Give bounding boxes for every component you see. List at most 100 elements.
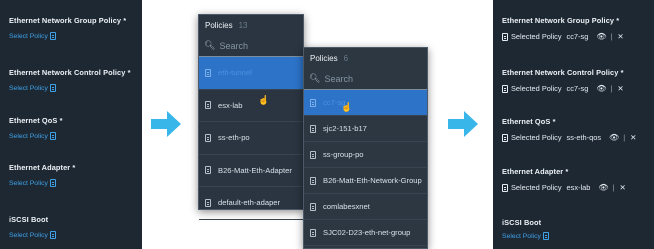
eye-icon[interactable]: 👁︎ xyxy=(596,84,606,93)
document-icon xyxy=(310,202,316,211)
document-icon xyxy=(502,32,508,41)
section-eth-adapter: Ethernet Adapter * Select Policy xyxy=(9,163,75,187)
close-icon[interactable]: ✕ xyxy=(617,84,623,93)
list-item[interactable]: ss-group-po xyxy=(304,142,427,168)
section-title: Ethernet Adapter * xyxy=(502,167,569,176)
list-item[interactable]: SJC02-D23-eth-net-group xyxy=(304,220,427,246)
document-icon xyxy=(502,84,508,93)
eye-icon[interactable]: 👁︎ xyxy=(598,183,608,192)
selected-policy-label: Selected Policy xyxy=(511,133,562,142)
select-policy-link[interactable]: Select Policy xyxy=(9,231,56,239)
document-icon xyxy=(205,101,211,110)
document-icon xyxy=(49,32,56,40)
select-policy-link[interactable]: Select Policy xyxy=(9,132,63,140)
document-icon xyxy=(49,84,56,92)
list-item[interactable]: B26-Matt-Eth-Adapter xyxy=(199,155,303,187)
section-eth-network-control: Ethernet Network Control Policy * Select… xyxy=(9,68,131,92)
dropdown-title: Policies xyxy=(205,20,233,30)
document-icon xyxy=(502,183,508,192)
search-input[interactable]: 🔍︎ Search xyxy=(199,35,303,57)
select-policy-link[interactable]: Select Policy xyxy=(9,84,131,92)
section-title: Ethernet Network Group Policy * xyxy=(9,16,127,25)
document-icon xyxy=(205,133,211,142)
arrow-right-icon xyxy=(151,111,181,137)
selected-policy-label: Selected Policy xyxy=(511,183,562,192)
search-placeholder: Search xyxy=(219,40,248,51)
section-iscsi-boot: iSCSI Boot Select Policy xyxy=(502,218,549,240)
separator: | xyxy=(610,84,613,93)
list-item[interactable]: B26-Matt-Eth-Network-Group xyxy=(304,168,427,194)
policies-dropdown-2: Policies 6 🔍︎ Search cc7-sg sjc2-151-b17… xyxy=(303,47,428,249)
separator: | xyxy=(612,183,615,192)
document-icon xyxy=(310,228,316,237)
policies-dropdown-1: Policies 13 🔍︎ Search eth-tunnel esx-lab… xyxy=(198,14,304,220)
selected-policy-value: cc7-sg xyxy=(566,84,589,93)
hand-cursor-icon: ☝ xyxy=(258,95,270,105)
section-title: iSCSI Boot xyxy=(9,215,49,224)
selected-policy-label: Selected Policy xyxy=(511,32,562,41)
section-eth-qos: Ethernet QoS * Select Policy xyxy=(9,116,63,140)
selected-policy-value: ss-eth-qos xyxy=(566,133,602,142)
selected-policy-row: Selected Policy esx-lab 👁︎ | ✕ xyxy=(502,183,626,192)
eye-icon[interactable]: 👁︎ xyxy=(596,32,606,41)
document-icon xyxy=(310,124,316,133)
select-policy-link[interactable]: Select Policy xyxy=(9,179,75,187)
selected-policy-value: esx-lab xyxy=(566,183,591,192)
section-eth-adapter: Ethernet Adapter * Selected Policy esx-l… xyxy=(502,167,626,192)
dropdown-title: Policies xyxy=(310,53,338,63)
section-title: Ethernet Network Control Policy * xyxy=(502,68,624,77)
document-icon xyxy=(49,231,56,239)
selected-policy-row: Selected Policy cc7-sg 👁︎ | ✕ xyxy=(502,84,624,93)
section-title: Ethernet QoS * xyxy=(9,116,63,125)
list-item[interactable]: cc7-sg xyxy=(304,90,427,116)
separator: | xyxy=(610,32,613,41)
section-title: Ethernet Network Group Policy * xyxy=(502,16,620,25)
list-item[interactable]: ss-eth-po xyxy=(199,122,303,155)
section-eth-network-group: Ethernet Network Group Policy * Selected… xyxy=(502,16,624,41)
document-icon xyxy=(49,179,56,187)
section-eth-qos: Ethernet QoS * Selected Policy ss-eth-qo… xyxy=(502,117,636,142)
document-icon xyxy=(205,198,211,207)
selected-policy-row: Selected Policy cc7-sg 👁︎ | ✕ xyxy=(502,32,624,41)
search-placeholder: Search xyxy=(324,73,353,84)
separator: | xyxy=(623,133,626,142)
section-title: Ethernet QoS * xyxy=(502,117,556,126)
close-icon[interactable]: ✕ xyxy=(617,32,623,41)
list-item[interactable]: esx-lab xyxy=(199,90,303,122)
document-icon xyxy=(502,133,508,142)
section-iscsi-boot: iSCSI Boot Select Policy xyxy=(9,215,56,239)
document-icon xyxy=(49,132,56,140)
arrow-right-icon xyxy=(448,111,478,137)
policy-count: 6 xyxy=(343,53,349,63)
document-icon xyxy=(542,232,549,240)
selected-policy-label: Selected Policy xyxy=(511,84,562,93)
left-policy-panel: Ethernet Network Group Policy * Select P… xyxy=(0,0,142,249)
list-item[interactable]: comlabesxnet xyxy=(304,194,427,220)
close-icon[interactable]: ✕ xyxy=(619,183,625,192)
list-item[interactable]: default-eth-adaper xyxy=(199,187,303,220)
list-item[interactable]: eth-tunnel xyxy=(199,57,303,90)
right-policy-panel: Ethernet Network Group Policy * Selected… xyxy=(493,0,654,249)
section-title: iSCSI Boot xyxy=(502,218,542,227)
document-icon xyxy=(205,68,211,77)
section-title: Ethernet Adapter * xyxy=(9,163,76,172)
selected-policy-row: Selected Policy ss-eth-qos 👁︎ | ✕ xyxy=(502,133,636,142)
document-icon xyxy=(310,98,316,107)
eye-icon[interactable]: 👁︎ xyxy=(609,133,619,142)
search-icon: 🔍︎ xyxy=(309,73,321,83)
dropdown-header: Policies 13 xyxy=(199,15,303,35)
search-input[interactable]: 🔍︎ Search xyxy=(304,68,427,90)
search-icon: 🔍︎ xyxy=(204,40,216,50)
select-policy-link[interactable]: Select Policy xyxy=(502,232,549,240)
select-policy-link[interactable]: Select Policy xyxy=(9,32,126,40)
dropdown-header: Policies 6 xyxy=(304,48,427,68)
close-icon[interactable]: ✕ xyxy=(630,133,636,142)
list-item[interactable]: sjc2-151-b17 xyxy=(304,116,427,142)
selected-policy-value: cc7-sg xyxy=(566,32,589,41)
section-eth-network-control: Ethernet Network Control Policy * Select… xyxy=(502,68,624,93)
document-icon xyxy=(205,166,211,175)
document-icon xyxy=(310,176,316,185)
hand-cursor-icon: ☝ xyxy=(341,102,353,112)
policy-count: 13 xyxy=(238,20,248,30)
document-icon xyxy=(310,150,316,159)
